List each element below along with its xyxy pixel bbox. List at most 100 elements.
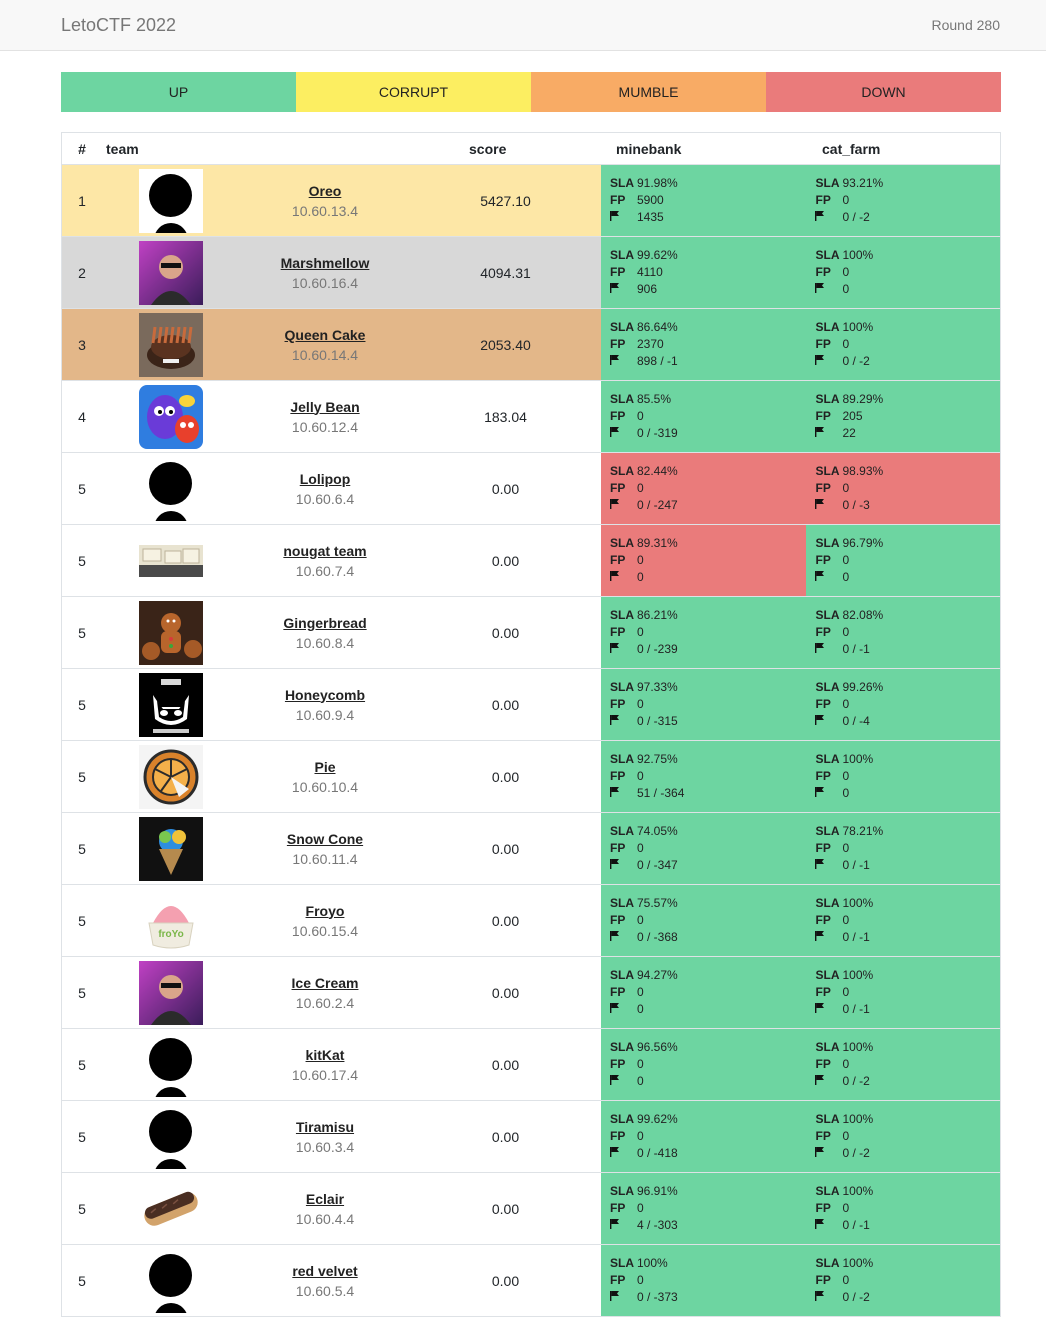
legend-up: UP: [61, 72, 296, 112]
team-name-link[interactable]: kitKat: [306, 1047, 345, 1063]
team-score: 0.00: [491, 1272, 520, 1289]
fp-label: FP: [610, 1273, 626, 1287]
header-minebank: minebank: [616, 140, 682, 157]
fp-label: FP: [610, 481, 626, 495]
top-navbar: LetoCTF 2022 Round 280: [0, 0, 1046, 51]
team-name-link[interactable]: Queen Cake: [285, 327, 366, 343]
sla-label: SLA: [610, 752, 634, 766]
fp-label: FP: [815, 625, 831, 639]
flag-icon: [815, 785, 842, 802]
team-rank: 5: [78, 984, 86, 1001]
team-name-link[interactable]: Gingerbread: [283, 615, 366, 631]
flags-value: 0 / -3: [842, 498, 870, 512]
fp-value: 0: [637, 769, 644, 783]
flags-value: 0 / -2: [842, 354, 870, 368]
flag-icon: [815, 281, 842, 298]
team-name-link[interactable]: Eclair: [306, 1191, 344, 1207]
team-name-link[interactable]: Marshmellow: [281, 255, 370, 271]
team-name-link[interactable]: Honeycomb: [285, 687, 365, 703]
team-name-link[interactable]: Pie: [314, 759, 335, 775]
flags-value: 0: [637, 1074, 644, 1088]
team-name-link[interactable]: Lolipop: [300, 471, 351, 487]
sla-label: SLA: [610, 392, 634, 406]
fp-value: 0: [637, 1201, 644, 1215]
fp-value: 0: [842, 1201, 850, 1215]
team-rank: 5: [78, 1272, 86, 1289]
service-cell-minebank: SLA 96.91% FP 0 4 / -303: [601, 1173, 807, 1244]
flag-icon: [815, 1001, 842, 1018]
team-name-link[interactable]: Oreo: [309, 183, 342, 199]
flag-icon: [815, 497, 842, 514]
table-row: 5 Tiramisu 10.60.3.4 0.00 SLA 99.62% FP 0 …: [62, 1101, 1000, 1173]
flags-value: 0 / -247: [637, 498, 678, 512]
team-name-link[interactable]: red velvet: [292, 1263, 357, 1279]
brand-title[interactable]: LetoCTF 2022: [61, 15, 176, 36]
service-cell-cat-farm: SLA 89.29% FP 205 22: [806, 381, 1000, 452]
team-name-link[interactable]: Froyo: [306, 903, 345, 919]
sla-value: 100%: [842, 248, 874, 262]
fp-label: FP: [815, 1273, 831, 1287]
flag-icon: [610, 641, 637, 658]
flags-value: 0: [842, 570, 850, 584]
team-name-link[interactable]: Tiramisu: [296, 1119, 354, 1135]
flags-value: 0 / -239: [637, 642, 678, 656]
team-ip: 10.60.14.4: [291, 346, 359, 363]
table-row: 5 Honeycomb 10.60.9.4 0.00 SLA 97.33% FP 0…: [62, 669, 1000, 741]
flags-value: 0 / -1: [842, 1218, 870, 1232]
team-rank: 5: [78, 768, 86, 785]
table-row: 2 Marshmellow 10.60.16.4 4094.31 SLA 99.6…: [62, 237, 1000, 309]
sla-value: 96.79%: [842, 536, 884, 550]
fp-label: FP: [815, 193, 831, 207]
team-logo: [102, 669, 240, 740]
team-ip: 10.60.2.4: [295, 994, 355, 1011]
sla-label: SLA: [815, 320, 840, 334]
team-logo: [102, 453, 240, 524]
fp-value: 205: [842, 409, 863, 423]
team-ip: 10.60.5.4: [295, 1282, 355, 1299]
sla-label: SLA: [610, 464, 634, 478]
sla-value: 100%: [842, 1112, 874, 1126]
sla-value: 99.26%: [842, 680, 884, 694]
flag-icon: [815, 1289, 842, 1306]
sla-label: SLA: [610, 1184, 634, 1198]
fp-value: 0: [637, 985, 644, 999]
team-rank: 5: [78, 912, 86, 929]
team-rank: 5: [78, 552, 86, 569]
team-logo: [102, 1101, 240, 1172]
service-cell-cat-farm: SLA 96.79% FP 0 0: [806, 525, 1000, 596]
team-ip: 10.60.7.4: [295, 562, 355, 579]
flag-icon: [610, 569, 637, 586]
team-name-link[interactable]: nougat team: [283, 543, 366, 559]
team-score: 0.00: [491, 912, 520, 929]
sla-label: SLA: [815, 392, 840, 406]
team-logo: [102, 813, 240, 884]
table-row: 5 froYo Froyo 10.60.15.4 0.00 SLA 75.57% …: [62, 885, 1000, 957]
service-cell-minebank: SLA 89.31% FP 0 0: [601, 525, 807, 596]
team-name-link[interactable]: Snow Cone: [287, 831, 363, 847]
flag-icon: [815, 641, 842, 658]
sla-value: 85.5%: [637, 392, 672, 406]
team-name-link[interactable]: Ice Cream: [292, 975, 359, 991]
fp-label: FP: [815, 265, 831, 279]
team-score: 2053.40: [480, 336, 531, 353]
flags-value: 0 / -1: [842, 930, 870, 944]
team-rank: 5: [78, 480, 86, 497]
table-row: 5 Pie 10.60.10.4 0.00 SLA 92.75% FP 0 51 /…: [62, 741, 1000, 813]
fp-value: 0: [637, 553, 644, 567]
flags-value: 0 / -2: [842, 1074, 870, 1088]
service-cell-minebank: SLA 97.33% FP 0 0 / -315: [601, 669, 807, 740]
fp-label: FP: [610, 265, 626, 279]
service-cell-minebank: SLA 99.62% FP 4110 906: [601, 237, 807, 308]
flag-icon: [815, 1145, 842, 1162]
team-score: 0.00: [491, 1056, 520, 1073]
fp-value: 5900: [637, 193, 664, 207]
service-cell-minebank: SLA 82.44% FP 0 0 / -247: [601, 453, 807, 524]
sla-label: SLA: [815, 1256, 840, 1270]
flag-icon: [815, 713, 842, 730]
flags-value: 0 / -2: [842, 1290, 870, 1304]
team-name-link[interactable]: Jelly Bean: [290, 399, 359, 415]
sla-value: 82.44%: [637, 464, 678, 478]
fp-value: 0: [842, 769, 850, 783]
table-row: 5 Snow Cone 10.60.11.4 0.00 SLA 74.05% FP…: [62, 813, 1000, 885]
service-cell-minebank: SLA 74.05% FP 0 0 / -347: [601, 813, 807, 884]
